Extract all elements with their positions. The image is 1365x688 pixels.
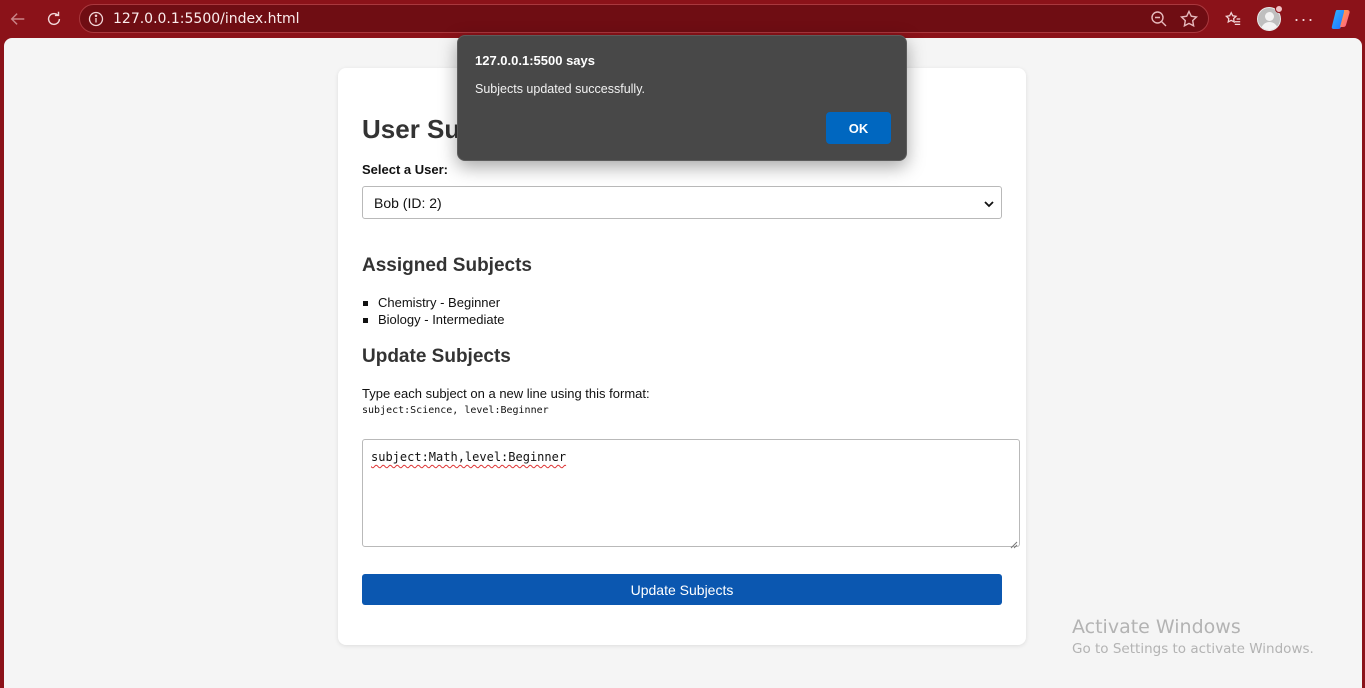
update-subjects-button[interactable]: Update Subjects	[362, 574, 1002, 605]
alert-dialog: 127.0.0.1:5500 says Subjects updated suc…	[457, 35, 907, 161]
favorites-list-icon[interactable]	[1220, 6, 1246, 32]
profile-avatar-icon[interactable]	[1256, 5, 1283, 32]
format-instructions: Type each subject on a new line using th…	[362, 386, 650, 401]
ok-button[interactable]: OK	[826, 112, 891, 144]
reload-icon[interactable]	[41, 6, 67, 32]
dialog-message: Subjects updated successfully.	[475, 82, 646, 96]
select-user-label: Select a User:	[362, 162, 448, 177]
browser-toolbar: 127.0.0.1:5500/index.html ···	[0, 0, 1365, 38]
format-example: subject:Science, level:Beginner	[362, 405, 549, 416]
activate-windows-subtitle: Go to Settings to activate Windows.	[1072, 641, 1314, 657]
subjects-textarea[interactable]: subject:Math,level:Beginner	[362, 439, 1020, 549]
more-options-icon[interactable]: ···	[1291, 6, 1317, 32]
user-select[interactable]: Bob (ID: 2)	[362, 186, 1002, 219]
address-bar[interactable]: 127.0.0.1:5500/index.html	[79, 4, 1209, 33]
list-item: Biology - Intermediate	[362, 311, 504, 328]
dialog-title: 127.0.0.1:5500 says	[475, 53, 595, 68]
resize-handle-icon[interactable]	[1009, 536, 1018, 549]
assigned-subjects-list: Chemistry - Beginner Biology - Intermedi…	[362, 294, 504, 328]
back-arrow-icon[interactable]	[5, 6, 31, 32]
selected-user: Bob (ID: 2)	[374, 195, 442, 211]
textarea-value: subject:Math,level:Beginner	[371, 450, 567, 464]
copilot-icon[interactable]	[1328, 6, 1354, 32]
info-icon[interactable]	[88, 11, 104, 27]
list-item: Chemistry - Beginner	[362, 294, 504, 311]
assigned-subjects-heading: Assigned Subjects	[362, 255, 532, 276]
update-subjects-heading: Update Subjects	[362, 346, 511, 367]
chevron-down-icon	[983, 197, 995, 209]
favorite-star-icon[interactable]	[1179, 9, 1199, 29]
url-text[interactable]: 127.0.0.1:5500/index.html	[113, 11, 300, 27]
activate-windows-title: Activate Windows	[1072, 616, 1241, 638]
zoom-out-icon[interactable]	[1150, 10, 1168, 28]
